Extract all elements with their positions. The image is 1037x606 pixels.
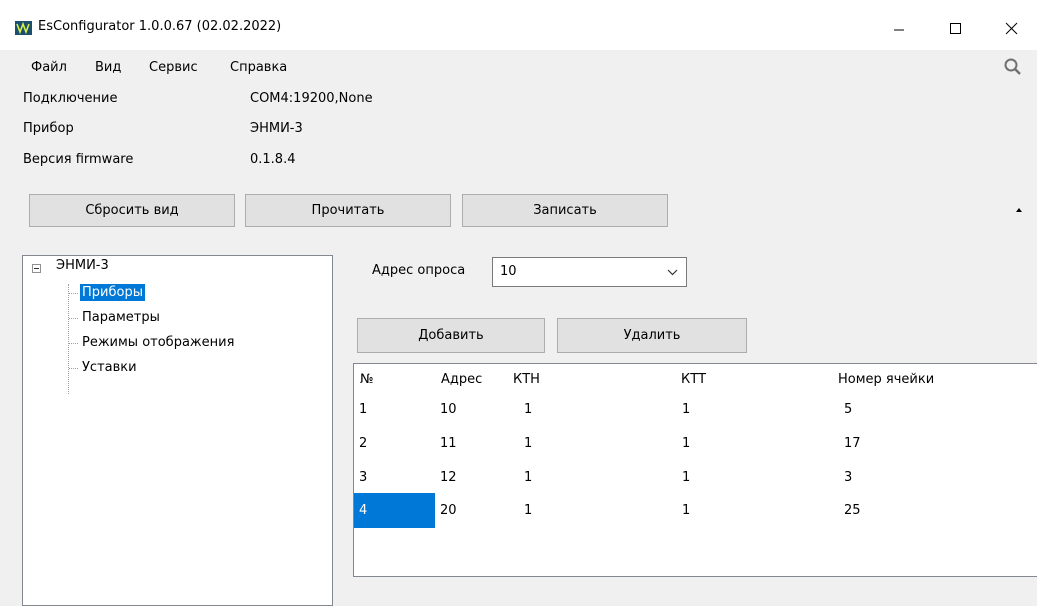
table-cell[interactable]: 10 bbox=[440, 392, 457, 427]
tree-item-parameters[interactable]: Параметры bbox=[80, 309, 162, 326]
read-button[interactable]: Прочитать bbox=[245, 194, 451, 227]
table-cell[interactable]: 11 bbox=[440, 426, 457, 461]
table-row[interactable]: 3 12 1 1 3 bbox=[354, 460, 1037, 495]
minimize-button[interactable] bbox=[876, 10, 922, 46]
table-cell[interactable]: 25 bbox=[844, 493, 861, 528]
menu-bar: Файл Вид Сервис Справка bbox=[0, 52, 1037, 84]
device-tree[interactable]: ЭНМИ-3 Приборы Параметры Режимы отображе… bbox=[22, 255, 333, 606]
connection-label: Подключение bbox=[23, 91, 118, 106]
delete-button[interactable]: Удалить bbox=[557, 318, 747, 353]
main-window: EsConfigurator 1.0.0.67 (02.02.2022) Фай… bbox=[0, 0, 1037, 606]
menu-file[interactable]: Файл bbox=[31, 60, 67, 75]
window-title: EsConfigurator 1.0.0.67 (02.02.2022) bbox=[38, 19, 282, 34]
tree-item-devices[interactable]: Приборы bbox=[80, 284, 145, 301]
poll-address-label: Адрес опроса bbox=[372, 263, 466, 278]
menu-service[interactable]: Сервис bbox=[149, 60, 198, 75]
table-cell-selected[interactable]: 4 bbox=[354, 493, 435, 528]
column-header[interactable]: Номер ячейки bbox=[838, 372, 934, 387]
column-header[interactable]: № bbox=[360, 372, 374, 387]
table-cell[interactable]: 3 bbox=[359, 460, 367, 495]
maximize-icon bbox=[950, 23, 961, 34]
tree-connector-line bbox=[69, 343, 78, 344]
table-cell[interactable]: 1 bbox=[524, 493, 532, 528]
minimize-icon bbox=[894, 29, 904, 31]
table-cell[interactable]: 1 bbox=[682, 493, 690, 528]
devices-table[interactable]: № Адрес КТН КТТ Номер ячейки 1 10 1 1 5 … bbox=[353, 363, 1037, 577]
title-bar: EsConfigurator 1.0.0.67 (02.02.2022) bbox=[0, 0, 1037, 50]
tree-connector-line bbox=[69, 368, 78, 369]
tree-collapse-toggle[interactable] bbox=[32, 264, 41, 273]
connection-value: COM4:19200,None bbox=[250, 91, 373, 106]
menu-help[interactable]: Справка bbox=[230, 60, 287, 75]
add-button[interactable]: Добавить bbox=[357, 318, 545, 353]
close-button[interactable] bbox=[988, 10, 1034, 46]
tree-item-setpoints[interactable]: Уставки bbox=[80, 359, 139, 376]
table-cell[interactable]: 17 bbox=[844, 426, 861, 461]
reset-view-button[interactable]: Сбросить вид bbox=[29, 194, 235, 227]
column-header[interactable]: КТТ bbox=[681, 372, 706, 387]
table-row[interactable]: 1 10 1 1 5 bbox=[354, 392, 1037, 427]
tree-connector-line bbox=[68, 284, 69, 394]
tree-connector-line bbox=[69, 293, 78, 294]
column-header[interactable]: КТН bbox=[513, 372, 540, 387]
tree-connector-line bbox=[69, 318, 78, 319]
table-row[interactable]: 2 11 1 1 17 bbox=[354, 426, 1037, 461]
firmware-label: Версия firmware bbox=[23, 152, 134, 167]
app-logo-icon bbox=[15, 21, 32, 35]
table-cell[interactable]: 1 bbox=[682, 460, 690, 495]
search-icon[interactable] bbox=[1003, 57, 1023, 77]
poll-address-select[interactable]: 10 bbox=[492, 257, 687, 287]
column-header[interactable]: Адрес bbox=[441, 372, 482, 387]
poll-address-value: 10 bbox=[500, 264, 517, 279]
table-cell[interactable]: 20 bbox=[440, 493, 457, 528]
chevron-down-icon bbox=[667, 269, 678, 276]
device-value: ЭНМИ-3 bbox=[250, 121, 303, 136]
table-cell[interactable]: 1 bbox=[524, 426, 532, 461]
close-icon bbox=[1005, 22, 1018, 35]
table-cell[interactable]: 2 bbox=[359, 426, 367, 461]
tree-root-node[interactable]: ЭНМИ-3 bbox=[56, 258, 109, 273]
write-button[interactable]: Записать bbox=[462, 194, 668, 227]
table-cell[interactable]: 5 bbox=[844, 392, 852, 427]
table-cell[interactable]: 1 bbox=[682, 426, 690, 461]
table-cell[interactable]: 1 bbox=[524, 460, 532, 495]
device-label: Прибор bbox=[23, 121, 74, 136]
table-cell[interactable]: 1 bbox=[682, 392, 690, 427]
collapse-arrow-icon[interactable] bbox=[1015, 207, 1023, 213]
table-cell[interactable]: 3 bbox=[844, 460, 852, 495]
table-cell[interactable]: 12 bbox=[440, 460, 457, 495]
table-cell[interactable]: 1 bbox=[524, 392, 532, 427]
tree-item-display-modes[interactable]: Режимы отображения bbox=[80, 334, 236, 351]
table-row-selected[interactable]: 4 20 1 1 25 bbox=[354, 493, 1037, 528]
maximize-button[interactable] bbox=[932, 10, 978, 46]
firmware-value: 0.1.8.4 bbox=[250, 152, 296, 167]
table-cell[interactable]: 1 bbox=[359, 392, 367, 427]
menu-view[interactable]: Вид bbox=[95, 60, 121, 75]
